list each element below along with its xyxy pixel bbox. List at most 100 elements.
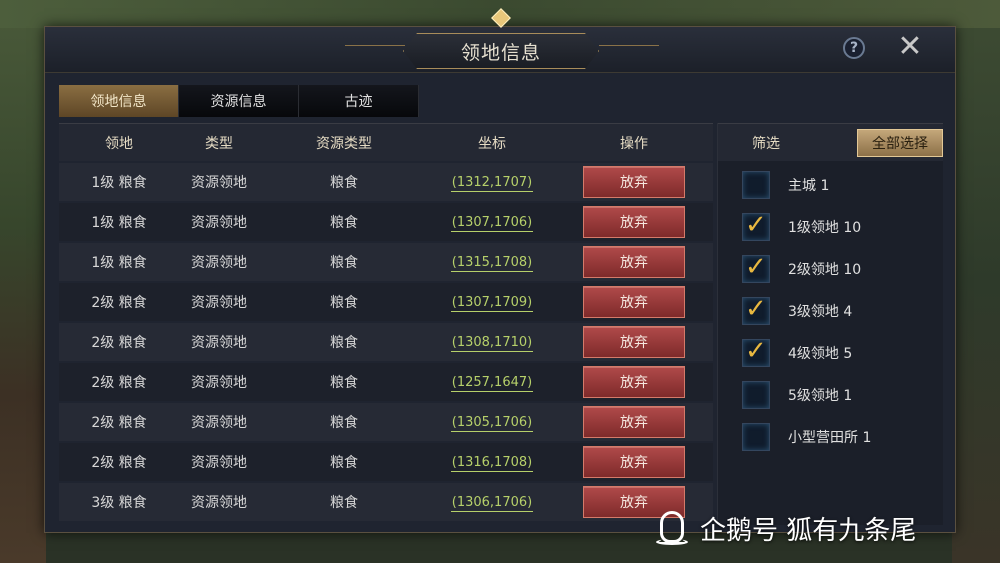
abandon-button[interactable]: 放弃	[583, 166, 685, 198]
cell-territory: 3级 粮食	[91, 495, 147, 511]
checkbox[interactable]	[742, 171, 770, 199]
abandon-button[interactable]: 放弃	[583, 406, 685, 438]
coord-link[interactable]: (1312,1707)	[450, 175, 534, 192]
abandon-button[interactable]: 放弃	[583, 326, 685, 358]
cell-resource: 粮食	[330, 295, 358, 311]
cell-territory: 1级 粮食	[91, 255, 147, 271]
filter-title: 筛选	[752, 135, 780, 152]
tab-bar: 领地信息 资源信息 古迹	[59, 85, 419, 117]
cell-territory: 2级 粮食	[91, 455, 147, 471]
filter-item-level1[interactable]: ✓ 1级领地 10	[742, 210, 862, 241]
cell-territory: 1级 粮食	[91, 215, 147, 231]
cell-territory: 2级 粮食	[91, 415, 147, 431]
filter-item-level4[interactable]: ✓ 4级领地 5	[742, 336, 853, 367]
coord-link[interactable]: (1308,1710)	[450, 335, 534, 352]
checkbox[interactable]: ✓	[742, 336, 770, 367]
cell-type: 资源领地	[191, 175, 247, 191]
title-ornament-right	[599, 45, 659, 46]
help-icon[interactable]: ?	[843, 37, 865, 59]
tab-resource-info[interactable]: 资源信息	[179, 85, 299, 117]
cell-type: 资源领地	[191, 295, 247, 311]
coord-link[interactable]: (1315,1708)	[450, 255, 534, 272]
checkbox[interactable]	[742, 381, 770, 409]
abandon-button[interactable]: 放弃	[583, 206, 685, 238]
cell-resource: 粮食	[330, 375, 358, 391]
filter-header: 筛选 全部选择	[718, 123, 943, 161]
cell-territory: 2级 粮食	[91, 375, 147, 391]
cell-territory: 2级 粮食	[91, 335, 147, 351]
coord-link[interactable]: (1306,1706)	[450, 495, 534, 512]
dialog-title: 领地信息	[460, 41, 541, 64]
select-all-button[interactable]: 全部选择	[857, 128, 943, 157]
table-row: 3级 粮食 资源领地 粮食 (1306,1706) 放弃	[59, 483, 713, 521]
abandon-button[interactable]: 放弃	[583, 246, 685, 278]
coord-link[interactable]: (1305,1706)	[450, 415, 534, 432]
cell-type: 资源领地	[191, 455, 247, 471]
filter-label: 2级领地 10	[788, 262, 862, 278]
abandon-button[interactable]: 放弃	[583, 366, 685, 398]
filter-label: 1级领地 10	[788, 220, 862, 236]
checkbox[interactable]	[742, 423, 770, 451]
filter-item-level3[interactable]: ✓ 3级领地 4	[742, 294, 853, 325]
checkbox[interactable]: ✓	[742, 294, 770, 325]
territory-table: 领地 类型 资源类型 坐标 操作 1级 粮食 资源领地 粮食 (1312,170…	[59, 123, 713, 525]
cell-type: 资源领地	[191, 215, 247, 231]
cell-resource: 粮食	[330, 455, 358, 471]
header-action: 操作	[620, 135, 648, 152]
cell-type: 资源领地	[191, 495, 247, 511]
cell-resource: 粮食	[330, 335, 358, 351]
coord-link[interactable]: (1316,1708)	[450, 455, 534, 472]
watermark: 企鹅号 狐有九条尾	[656, 504, 916, 552]
title-plate: 领地信息	[403, 33, 599, 69]
coord-link[interactable]: (1307,1709)	[450, 295, 534, 312]
table-row: 2级 粮食 资源领地 粮食 (1316,1708) 放弃	[59, 443, 713, 481]
territory-dialog: 领地信息 ? ✕ 领地信息 资源信息 古迹 领地 类型 资源类型 坐标 操作 1…	[44, 8, 956, 533]
title-ornament-left	[345, 45, 405, 46]
table-row: 2级 粮食 资源领地 粮食 (1257,1647) 放弃	[59, 363, 713, 401]
cell-type: 资源领地	[191, 375, 247, 391]
coord-link[interactable]: (1307,1706)	[450, 215, 534, 232]
cell-type: 资源领地	[191, 415, 247, 431]
cell-territory: 1级 粮食	[91, 175, 147, 191]
checkmark-icon: ✓	[745, 252, 767, 282]
cell-resource: 粮食	[330, 175, 358, 191]
checkmark-icon: ✓	[745, 294, 767, 324]
background-right	[952, 0, 1000, 563]
tab-territory-info[interactable]: 领地信息	[59, 85, 179, 117]
cell-resource: 粮食	[330, 255, 358, 271]
header-type: 类型	[205, 135, 233, 152]
header-resource-type: 资源类型	[316, 135, 372, 152]
cell-resource: 粮食	[330, 495, 358, 511]
watermark-text: 企鹅号 狐有九条尾	[700, 515, 917, 546]
tab-ruins[interactable]: 古迹	[299, 85, 419, 117]
table-row: 1级 粮食 资源领地 粮食 (1307,1706) 放弃	[59, 203, 713, 241]
abandon-button[interactable]: 放弃	[583, 446, 685, 478]
filter-label: 小型营田所 1	[788, 430, 872, 446]
filter-item-main-city[interactable]: 主城 1	[742, 171, 829, 199]
abandon-button[interactable]: 放弃	[583, 286, 685, 318]
table-row: 2级 粮食 资源领地 粮食 (1308,1710) 放弃	[59, 323, 713, 361]
checkmark-icon: ✓	[745, 210, 767, 240]
filter-item-level2[interactable]: ✓ 2级领地 10	[742, 252, 862, 283]
table-row: 1级 粮食 资源领地 粮食 (1312,1707) 放弃	[59, 163, 713, 201]
checkbox[interactable]: ✓	[742, 252, 770, 283]
cell-resource: 粮食	[330, 215, 358, 231]
table-header: 领地 类型 资源类型 坐标 操作	[59, 123, 713, 161]
table-row: 2级 粮食 资源领地 粮食 (1307,1709) 放弃	[59, 283, 713, 321]
filter-item-level5[interactable]: 5级领地 1	[742, 381, 852, 409]
checkbox[interactable]: ✓	[742, 210, 770, 241]
close-icon[interactable]: ✕	[897, 32, 923, 62]
filter-label: 主城 1	[788, 178, 830, 194]
filter-label: 3级领地 4	[788, 304, 853, 320]
table-row: 2级 粮食 资源领地 粮食 (1305,1706) 放弃	[59, 403, 713, 441]
filter-panel: 筛选 全部选择 主城 1 ✓ 1级领地 10 ✓ 2级领地 10 ✓ 3级领地 …	[717, 123, 943, 525]
filter-item-farm-camp[interactable]: 小型营田所 1	[742, 423, 871, 451]
cell-territory: 2级 粮食	[91, 295, 147, 311]
header-territory: 领地	[105, 135, 133, 152]
dialog-header: 领地信息 ? ✕	[45, 8, 955, 73]
filter-label: 5级领地 1	[788, 388, 853, 404]
filter-label: 4级领地 5	[788, 346, 853, 362]
background-left	[0, 0, 46, 563]
coord-link[interactable]: (1257,1647)	[450, 375, 534, 392]
penguin-logo-icon	[656, 509, 688, 547]
